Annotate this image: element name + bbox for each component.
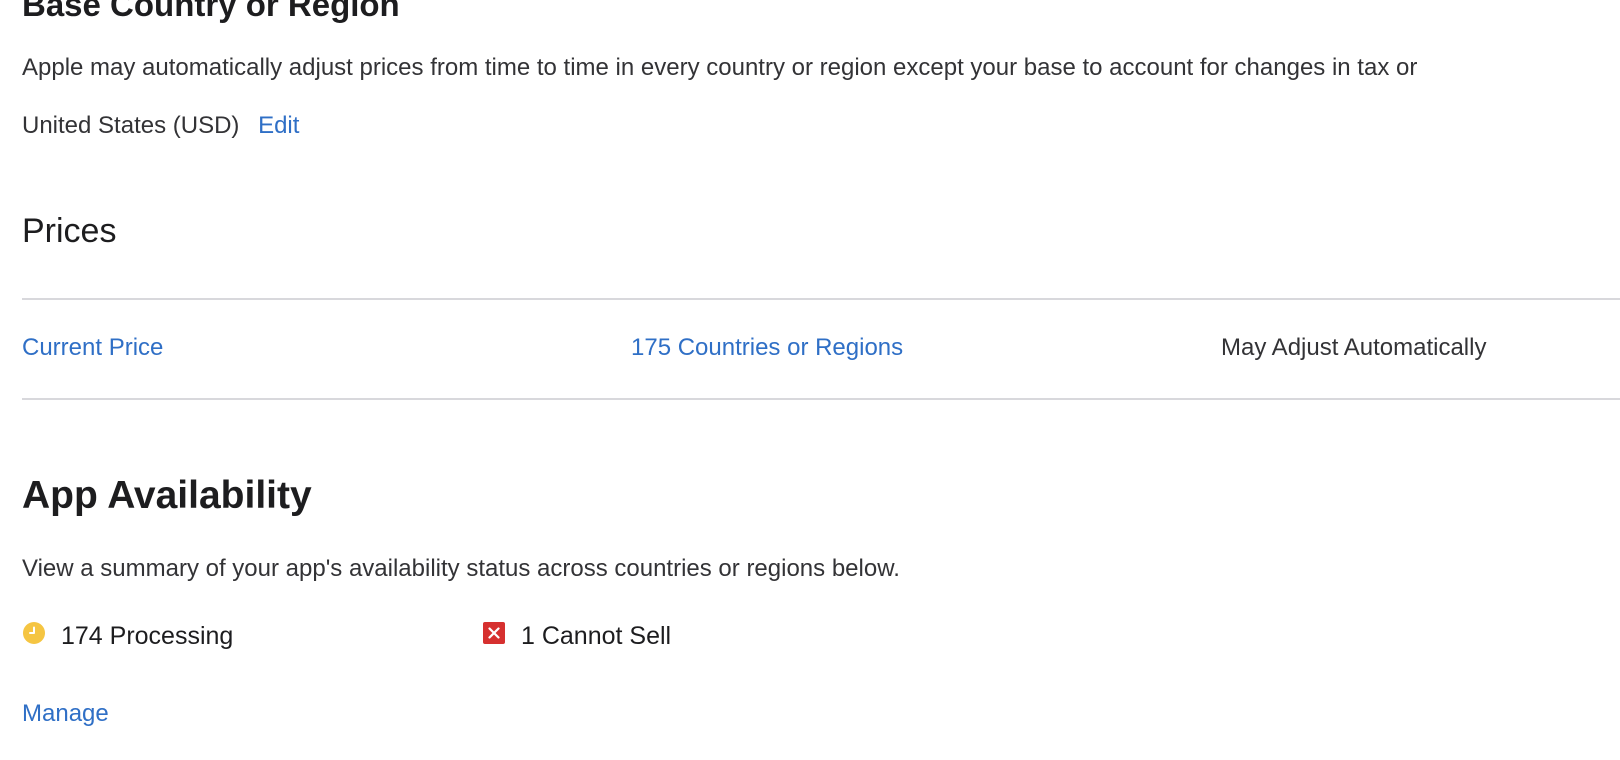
status-processing-label: 174 Processing xyxy=(61,622,234,650)
base-country-description: Apple may automatically adjust prices fr… xyxy=(22,54,1418,81)
app-availability-title: App Availability xyxy=(22,474,312,517)
x-square-icon xyxy=(482,621,506,652)
edit-base-country-link[interactable]: Edit xyxy=(258,112,299,139)
countries-regions-link[interactable]: 175 Countries or Regions xyxy=(631,334,903,362)
clock-icon xyxy=(22,621,46,652)
prices-title: Prices xyxy=(22,212,117,250)
prices-divider-top xyxy=(22,298,1620,300)
status-cannot-sell-label: 1 Cannot Sell xyxy=(521,622,672,650)
status-cannot-sell: 1 Cannot Sell xyxy=(482,621,671,652)
adjust-automatically-text: May Adjust Automatically xyxy=(1221,334,1487,361)
base-country-value: United States (USD) xyxy=(22,112,240,139)
prices-divider-bottom xyxy=(22,398,1620,400)
base-country-row: United States (USD) Edit xyxy=(22,112,299,140)
current-price-link[interactable]: Current Price xyxy=(22,334,163,362)
status-processing: 174 Processing xyxy=(22,621,233,652)
base-country-title: Base Country or Region xyxy=(22,0,400,23)
app-availability-description: View a summary of your app's availabilit… xyxy=(22,555,900,582)
pricing-availability-page: Base Country or Region Apple may automat… xyxy=(0,0,1620,760)
manage-availability-link[interactable]: Manage xyxy=(22,700,109,728)
